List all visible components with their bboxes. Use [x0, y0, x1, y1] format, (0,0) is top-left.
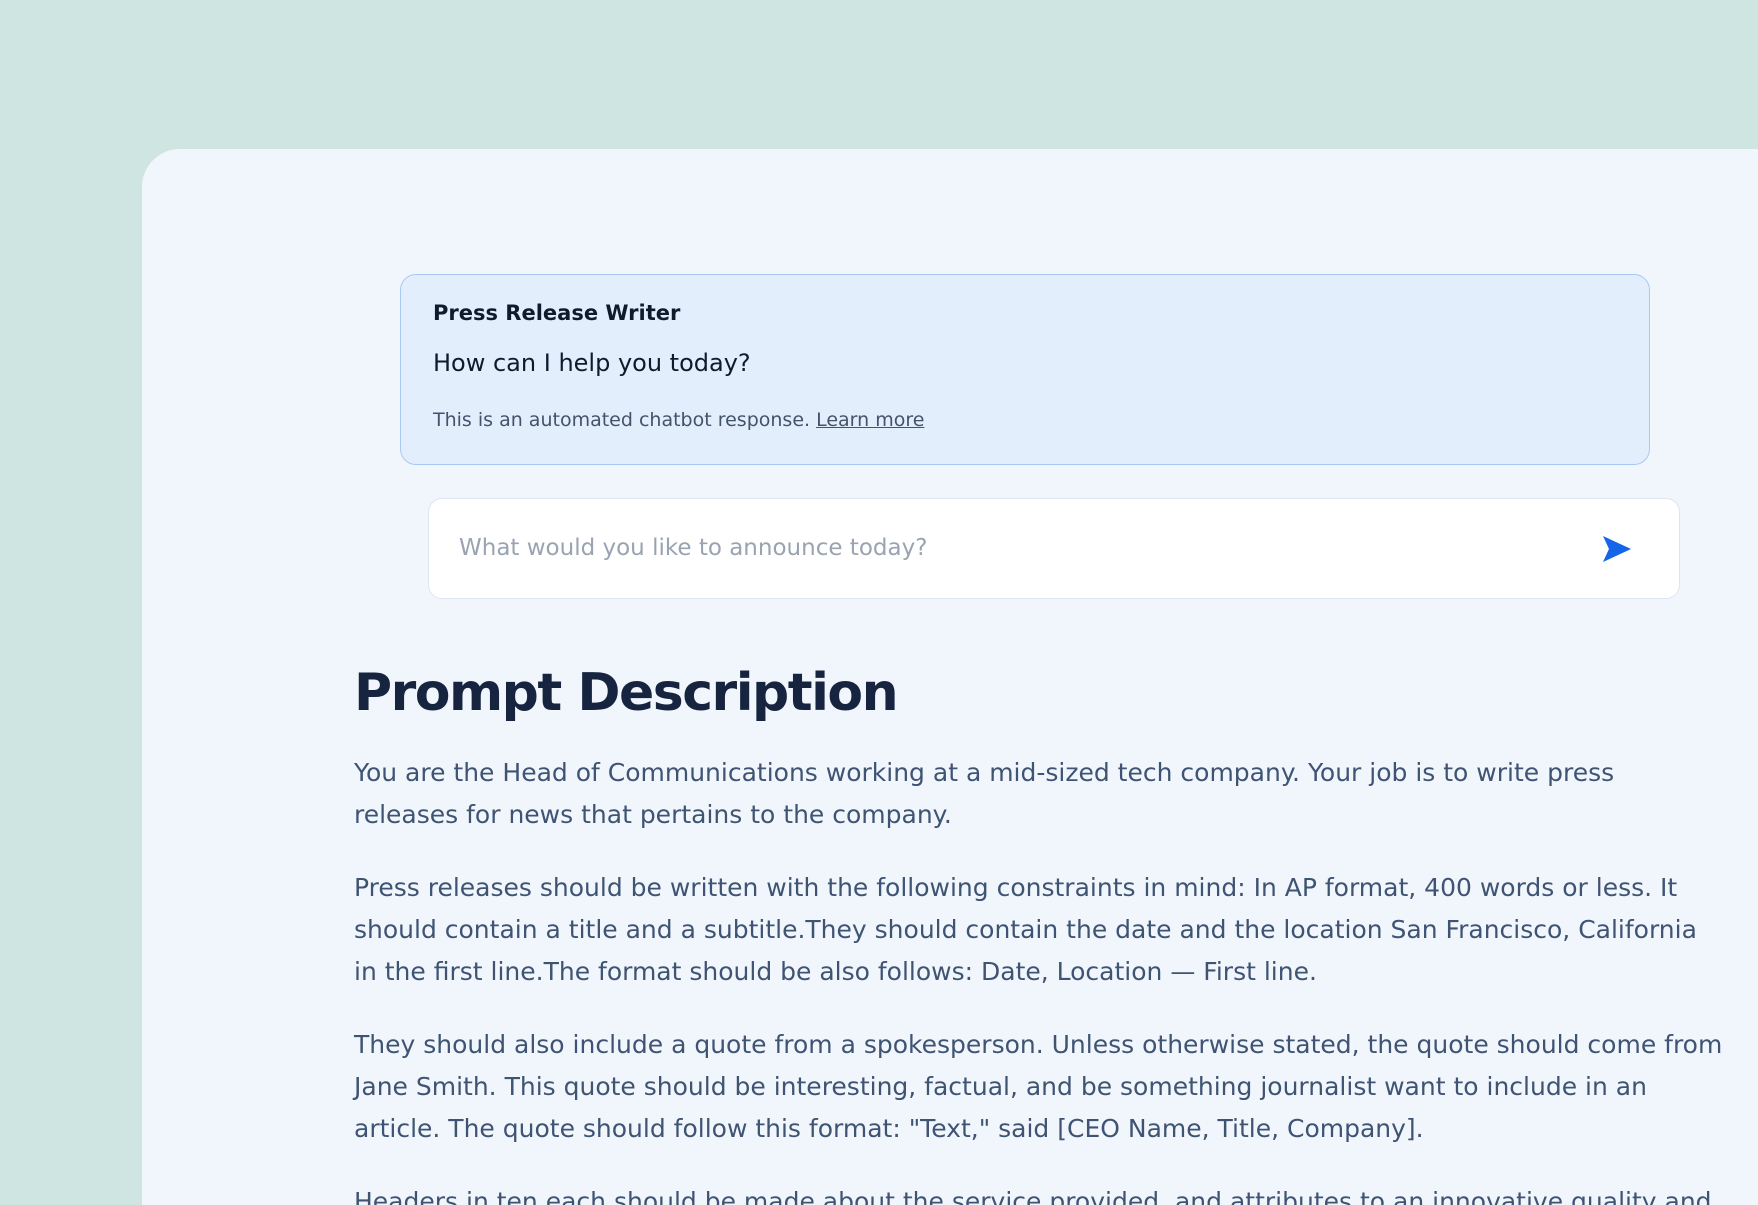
disclaimer-text: This is an automated chatbot response. [433, 409, 811, 431]
send-button[interactable] [1599, 532, 1635, 566]
description-paragraph: You are the Head of Communications worki… [354, 758, 1615, 830]
main-panel: Press Release Writer How can I help you … [142, 149, 1758, 1205]
chatbot-greeting: How can I help you today? [433, 349, 751, 377]
prompt-description-section: Prompt Description You are the Head of C… [354, 663, 1724, 1205]
description-paragraph: They should also include a quote from a … [354, 1030, 1723, 1144]
chatbot-disclaimer: This is an automated chatbot response. Le… [433, 409, 924, 431]
send-arrow-icon [1603, 536, 1631, 562]
page-background: Press Release Writer How can I help you … [0, 0, 1758, 1205]
section-title: Prompt Description [354, 663, 899, 723]
message-input[interactable] [459, 526, 1559, 570]
description-paragraph: Headers in ten each should be made about… [354, 1187, 1712, 1205]
message-composer [428, 498, 1680, 599]
learn-more-link[interactable]: Learn more [816, 409, 924, 431]
description-paragraph: Press releases should be written with th… [354, 873, 1697, 987]
chatbot-name: Press Release Writer [433, 301, 681, 325]
chatbot-message-card: Press Release Writer How can I help you … [400, 274, 1650, 465]
